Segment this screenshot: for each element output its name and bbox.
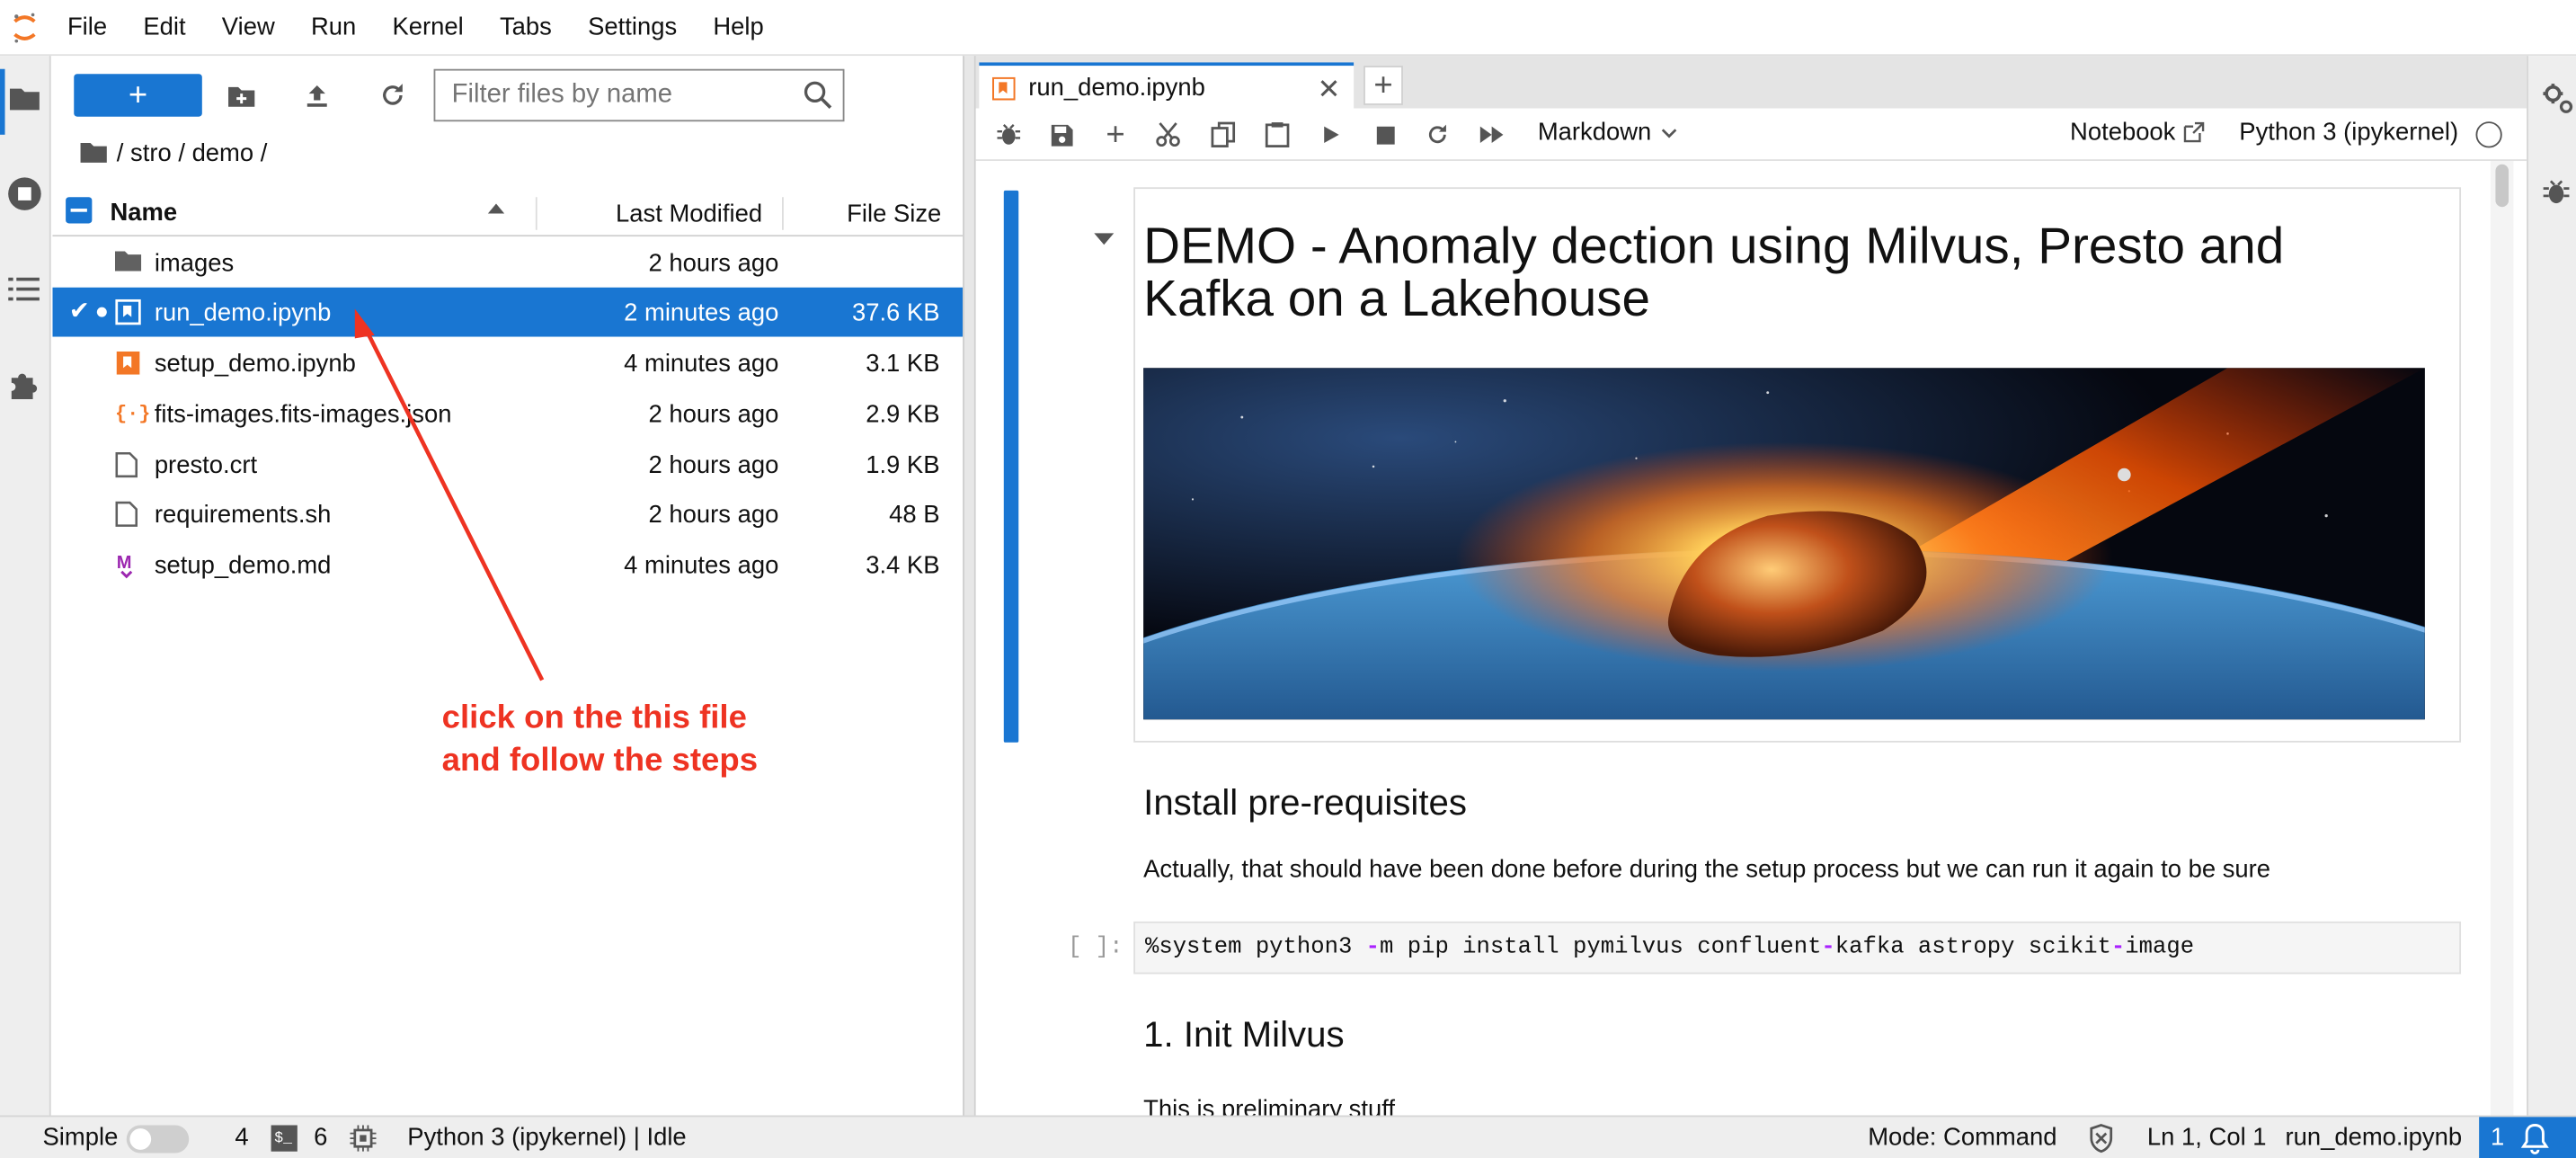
new-tab-button[interactable]: + (1364, 66, 1403, 105)
asteroid-earth-image (1143, 368, 2425, 720)
menu-kernel[interactable]: Kernel (374, 0, 481, 55)
cut-icon[interactable] (1151, 119, 1185, 152)
paste-icon[interactable] (1260, 119, 1293, 152)
menu-settings[interactable]: Settings (570, 0, 695, 55)
tab-run-demo[interactable]: run_demo.ipynb ✕ (979, 62, 1355, 111)
trust-shield-icon[interactable] (2088, 1124, 2114, 1158)
collapse-heading-icon[interactable] (1094, 233, 1115, 245)
prerequisites-paragraph: Actually, that should have been done bef… (1143, 855, 2271, 884)
kernel-count[interactable]: 6 (314, 1124, 327, 1154)
notebook-icon (991, 76, 1016, 100)
notification-count: 1 (2490, 1123, 2505, 1152)
kernel-status-icon (2475, 121, 2502, 148)
debugger-panel-icon[interactable] (2542, 177, 2572, 215)
statusbar: Simple 4 $_ 6 Python 3 (ipykernel) | Idl… (0, 1115, 2576, 1158)
init-milvus-paragraph: This is preliminary stuff (1143, 1095, 1396, 1116)
terminal-icon[interactable]: $_ (271, 1125, 298, 1152)
kernel-status[interactable]: Python 3 (ipykernel) | Idle (407, 1124, 686, 1154)
annotation-arrow (354, 308, 545, 681)
annotation-text: click on the this file and follow the st… (442, 697, 758, 782)
menu-view[interactable]: View (204, 0, 293, 55)
running-sessions-icon[interactable] (4, 174, 44, 214)
scrollbar-thumb[interactable] (2495, 164, 2509, 208)
document-tabbar: run_demo.ipynb ✕ + (975, 56, 2527, 111)
copy-icon[interactable] (1206, 119, 1239, 152)
tab-title: run_demo.ipynb (1028, 74, 1205, 102)
property-inspector-icon[interactable] (2542, 82, 2575, 123)
jupyter-logo (0, 0, 49, 55)
extension-manager-icon[interactable] (4, 365, 44, 405)
left-sidebar (0, 56, 51, 1116)
annotation-line-1: click on the this file (441, 699, 747, 736)
notebook-link-label: Notebook (2070, 118, 2176, 147)
cell-type-value: Markdown (1537, 118, 1652, 147)
save-icon[interactable] (1044, 119, 1078, 152)
restart-icon[interactable] (1421, 119, 1454, 152)
run-icon[interactable] (1314, 119, 1347, 152)
notebook-title: DEMO - Anomaly dection using Milvus, Pre… (1143, 217, 2285, 327)
section-heading-prerequisites: Install pre-requisites (1143, 781, 1467, 824)
code-line[interactable]: %system python3 -m pip install pymilvus … (1145, 935, 2194, 961)
section-heading-init-milvus: 1. Init Milvus (1143, 1013, 1345, 1055)
run-all-icon[interactable] (1475, 119, 1508, 152)
panel-splitter[interactable] (963, 56, 976, 1116)
terminal-count[interactable]: 4 (235, 1124, 248, 1154)
kernel-chip-icon[interactable] (350, 1125, 377, 1158)
notebook-toolbar: + Markdown Notebook Python 3 (ipykernel) (975, 108, 2527, 162)
chevron-down-icon (1662, 128, 1677, 138)
status-filename: run_demo.ipynb (2285, 1123, 2463, 1152)
debugger-icon[interactable] (992, 119, 1026, 152)
notifications-button[interactable]: 1 (2479, 1117, 2576, 1158)
simple-mode-toggle[interactable] (126, 1125, 190, 1154)
file-browser: + / stro / demo / Name Last Modified Fil… (52, 56, 964, 1116)
menu-tabs[interactable]: Tabs (482, 0, 570, 55)
menubar: File Edit View Run Kernel Tabs Settings … (0, 0, 2576, 57)
kernel-name[interactable]: Python 3 (ipykernel) (2239, 119, 2458, 147)
cursor-position[interactable]: Ln 1, Col 1 (2147, 1124, 2267, 1154)
cell-type-select[interactable]: Markdown (1538, 119, 1678, 147)
cell-prompt: [ ]: (1068, 934, 1124, 961)
annotation-line-2: and follow the steps (441, 742, 759, 779)
insert-cell-icon[interactable]: + (1099, 116, 1133, 152)
active-cell-marker[interactable] (1003, 190, 1019, 743)
external-link-icon (2184, 121, 2205, 143)
notebook-scrollbar[interactable] (2490, 161, 2514, 1116)
bell-icon (2520, 1124, 2549, 1154)
stop-icon[interactable] (1369, 119, 1402, 152)
open-notebook-link[interactable]: Notebook (2070, 119, 2205, 147)
menu-help[interactable]: Help (695, 0, 782, 55)
close-tab-icon[interactable]: ✕ (1317, 74, 1340, 107)
folder-icon[interactable] (4, 79, 44, 119)
notebook-mode[interactable]: Mode: Command (1868, 1124, 2056, 1154)
simple-mode-label: Simple (42, 1123, 119, 1152)
markdown-cell[interactable]: DEMO - Anomaly dection using Milvus, Pre… (1133, 187, 2462, 743)
menu-file[interactable]: File (49, 0, 125, 55)
menu-edit[interactable]: Edit (125, 0, 203, 55)
right-sidebar (2527, 56, 2576, 1116)
code-cell[interactable]: %system python3 -m pip install pymilvus … (1133, 921, 2462, 975)
table-of-contents-icon[interactable] (4, 270, 44, 309)
menu-run[interactable]: Run (293, 0, 375, 55)
notebook-panel: DEMO - Anomaly dection using Milvus, Pre… (975, 161, 2491, 1116)
